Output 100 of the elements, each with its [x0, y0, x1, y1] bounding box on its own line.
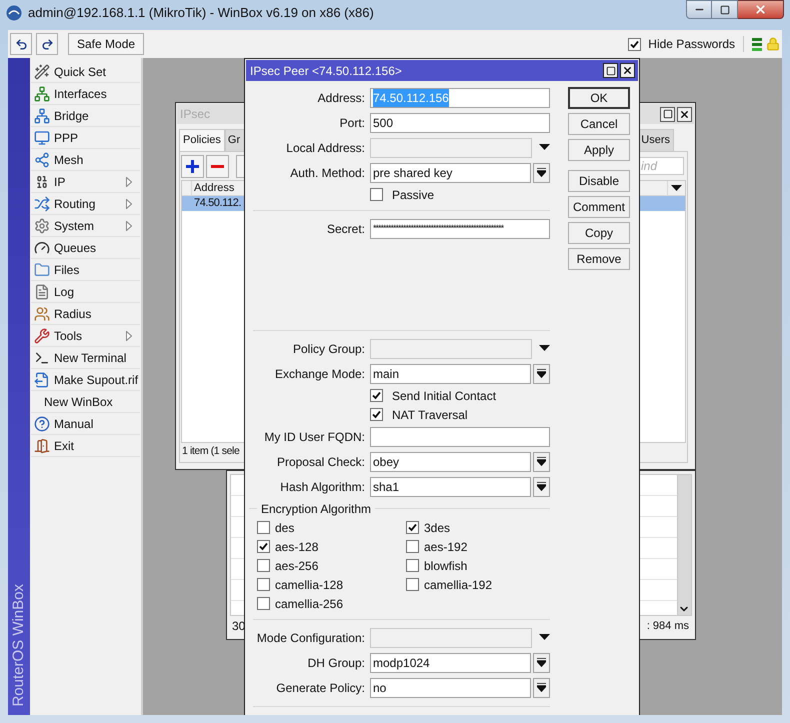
- dialog-button[interactable]: Copy: [568, 222, 630, 244]
- dropdown-button[interactable]: [533, 678, 550, 698]
- status-bars-icon: [752, 38, 762, 50]
- checkbox[interactable]: [406, 578, 419, 591]
- app-logo-icon: [6, 5, 22, 21]
- checkbox-label: aes-256: [275, 558, 318, 574]
- file-export-icon: [34, 372, 50, 388]
- gauge-icon: [34, 240, 50, 256]
- redo-button[interactable]: [36, 33, 58, 55]
- dropdown-button[interactable]: [533, 452, 550, 472]
- checkbox[interactable]: [370, 188, 383, 201]
- sidebar-item[interactable]: Interfaces: [31, 83, 140, 105]
- sidebar-item[interactable]: Routing: [31, 193, 140, 215]
- checkbox-label: blowfish: [424, 558, 468, 574]
- dialog-button[interactable]: Remove: [568, 248, 630, 270]
- find-field[interactable]: ind: [638, 157, 684, 175]
- checkbox[interactable]: [406, 559, 419, 572]
- status-text: : 984 ms: [646, 618, 689, 634]
- sidebar-item[interactable]: System: [31, 215, 140, 237]
- arrow-down-icon: [537, 658, 546, 667]
- maximize-button[interactable]: [660, 106, 675, 122]
- checkmark-icon: [372, 410, 381, 419]
- checkmark-icon: [408, 523, 417, 532]
- group-legend: Encryption Algorithm: [257, 500, 376, 518]
- tab[interactable]: Policies: [179, 129, 225, 151]
- select-field[interactable]: obey: [370, 452, 531, 472]
- checkbox[interactable]: [628, 38, 642, 50]
- sidebar-item[interactable]: Files: [31, 259, 140, 281]
- dropdown-arrow-icon[interactable]: [539, 634, 550, 641]
- sidebar-item[interactable]: Log: [31, 281, 140, 303]
- dropdown-button[interactable]: [533, 364, 550, 384]
- sidebar-item[interactable]: New Terminal: [31, 347, 140, 369]
- close-button[interactable]: [620, 63, 635, 78]
- select-field[interactable]: [370, 628, 532, 648]
- close-button[interactable]: [738, 0, 784, 19]
- checkbox[interactable]: [257, 578, 270, 591]
- sidebar-item[interactable]: New WinBox: [31, 391, 140, 413]
- sidebar-item[interactable]: Queues: [31, 237, 140, 259]
- select-field[interactable]: [370, 338, 532, 358]
- dropdown-button[interactable]: [533, 652, 550, 672]
- select-field[interactable]: no: [370, 678, 531, 698]
- wrench-icon: [34, 328, 50, 344]
- add-button[interactable]: [181, 154, 204, 178]
- dropdown-button[interactable]: [533, 162, 550, 182]
- safe-mode-button[interactable]: Safe Mode: [68, 33, 144, 55]
- sidebar-item[interactable]: Bridge: [31, 105, 140, 127]
- select-field[interactable]: sha1: [370, 476, 531, 496]
- gear-icon: [34, 218, 50, 234]
- dialog-button[interactable]: Disable: [568, 170, 630, 192]
- sidebar-item[interactable]: Quick Set: [31, 61, 140, 83]
- sidebar-item[interactable]: Radius: [31, 303, 140, 325]
- checkbox[interactable]: [257, 540, 270, 553]
- table-cell-text: 74.50.112.: [193, 196, 242, 211]
- sidebar-item[interactable]: Mesh: [31, 149, 140, 171]
- field-label: Local Address:: [285, 140, 365, 156]
- checkbox[interactable]: [406, 521, 419, 534]
- dialog-button[interactable]: Cancel: [568, 113, 630, 135]
- input-field[interactable]: 500: [370, 112, 550, 132]
- arrow-down-icon: [537, 168, 546, 177]
- column-menu-button[interactable]: [667, 181, 685, 195]
- checkbox[interactable]: [257, 559, 270, 572]
- scrollbar[interactable]: [677, 475, 691, 615]
- sidebar-item[interactable]: IP: [31, 171, 140, 193]
- maximize-icon: [606, 66, 616, 76]
- input-field[interactable]: [370, 426, 550, 446]
- arrow-down-icon: [537, 457, 546, 466]
- dialog-button[interactable]: Apply: [568, 139, 630, 161]
- remove-button[interactable]: [206, 154, 229, 178]
- checkbox[interactable]: [370, 408, 383, 421]
- select-field[interactable]: modp1024: [370, 652, 531, 672]
- checkbox[interactable]: [257, 597, 270, 610]
- dialog-button[interactable]: OK: [568, 87, 630, 109]
- checkbox-label: 3des: [424, 520, 450, 536]
- dropdown-arrow-icon[interactable]: [671, 184, 682, 192]
- nodes-icon: [34, 152, 50, 168]
- checkbox[interactable]: [370, 389, 383, 402]
- sidebar-item[interactable]: Tools: [31, 325, 140, 347]
- dropdown-button[interactable]: [533, 476, 550, 496]
- select-field[interactable]: main: [370, 364, 531, 384]
- close-button[interactable]: [677, 106, 692, 122]
- sidebar-item[interactable]: Manual: [31, 413, 140, 435]
- sidebar-item[interactable]: PPP: [31, 127, 140, 149]
- maximize-button[interactable]: [603, 63, 618, 78]
- dialog-button[interactable]: Comment: [568, 196, 630, 218]
- door-icon: [34, 438, 50, 454]
- sidebar-item[interactable]: Exit: [31, 435, 140, 457]
- checkbox[interactable]: [406, 540, 419, 553]
- checkbox[interactable]: [257, 521, 270, 534]
- field-label: Hash Algorithm:: [279, 478, 365, 496]
- undo-button[interactable]: [10, 33, 32, 55]
- tab[interactable]: Users: [637, 129, 674, 151]
- select-field[interactable]: [370, 138, 532, 158]
- maximize-button[interactable]: [712, 0, 738, 19]
- field-label: Secret:: [326, 220, 365, 238]
- dropdown-arrow-icon[interactable]: [539, 345, 550, 352]
- sidebar-item[interactable]: Make Supout.rif: [31, 369, 140, 391]
- dropdown-arrow-icon[interactable]: [539, 144, 550, 151]
- select-field[interactable]: pre shared key: [370, 162, 531, 182]
- close-icon: [622, 65, 633, 76]
- password-field[interactable]: ****************************************************: [370, 218, 550, 238]
